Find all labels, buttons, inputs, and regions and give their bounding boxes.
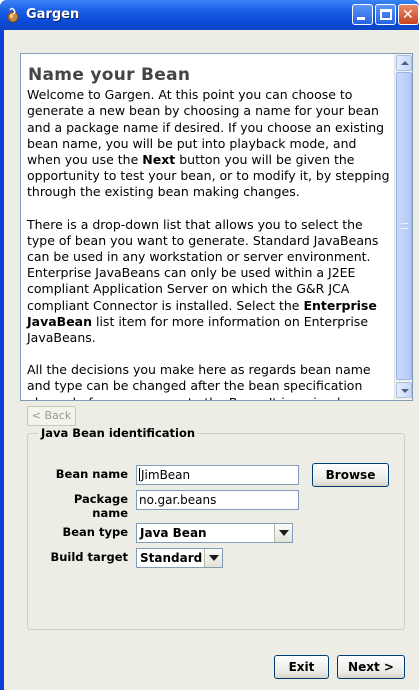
bean-name-value: JimBean xyxy=(141,468,191,482)
help-content: Name your Bean Welcome to Gargen. At thi… xyxy=(27,62,391,400)
next-button[interactable]: Next > xyxy=(337,655,405,679)
package-name-field[interactable]: no.gar.beans xyxy=(136,490,299,510)
minimize-icon xyxy=(357,17,365,20)
exit-button[interactable]: Exit xyxy=(274,655,329,679)
bean-type-label: Bean type xyxy=(62,525,128,539)
text-caret xyxy=(139,468,140,481)
bean-type-value: Java Bean xyxy=(140,526,207,540)
scroll-thumb[interactable] xyxy=(396,72,412,380)
group-title: Java Bean identification xyxy=(38,426,199,440)
package-name-label: Package name xyxy=(73,492,128,520)
help-panel[interactable]: Name your Bean Welcome to Gargen. At thi… xyxy=(20,53,413,401)
close-button[interactable]: ✕ xyxy=(398,4,419,25)
help-paragraph-bean-type: There is a drop-down list that allows yo… xyxy=(27,217,391,347)
dropdown-arrow-icon[interactable] xyxy=(204,549,222,567)
build-target-value: Standard xyxy=(140,551,203,565)
build-target-label: Build target xyxy=(50,550,128,564)
bean-name-field[interactable]: JimBean xyxy=(136,465,299,485)
back-button[interactable]: < Back xyxy=(27,406,76,426)
help-heading: Name your Bean xyxy=(28,65,191,85)
window-title: Gargen xyxy=(26,7,80,22)
bean-name-label: Bean name xyxy=(55,467,128,481)
close-icon: ✕ xyxy=(402,7,414,23)
maximize-button[interactable] xyxy=(375,4,396,25)
bean-app-icon xyxy=(7,7,19,23)
help-strong-text: Next xyxy=(142,152,176,168)
bean-type-dropdown[interactable]: Java Bean xyxy=(136,523,293,543)
scroll-down-icon[interactable] xyxy=(396,382,412,398)
help-paragraph-decisions: All the decisions you make here as regar… xyxy=(27,362,371,400)
build-target-dropdown[interactable]: Standard xyxy=(136,548,223,568)
title-bar[interactable]: Gargen ✕ xyxy=(0,0,419,30)
dropdown-arrow-icon[interactable] xyxy=(274,524,292,542)
minimize-button[interactable] xyxy=(352,4,373,25)
maximize-icon xyxy=(380,9,392,20)
app-window: Gargen ✕ Name your Bean Welcome to Garge… xyxy=(0,0,419,690)
help-scrollbar[interactable] xyxy=(394,54,412,400)
scroll-up-icon[interactable] xyxy=(396,55,412,71)
scroll-grip-icon xyxy=(401,223,408,229)
help-paragraph-intro: Welcome to Gargen. At this point you can… xyxy=(27,87,391,200)
browse-button[interactable]: Browse xyxy=(312,463,389,487)
